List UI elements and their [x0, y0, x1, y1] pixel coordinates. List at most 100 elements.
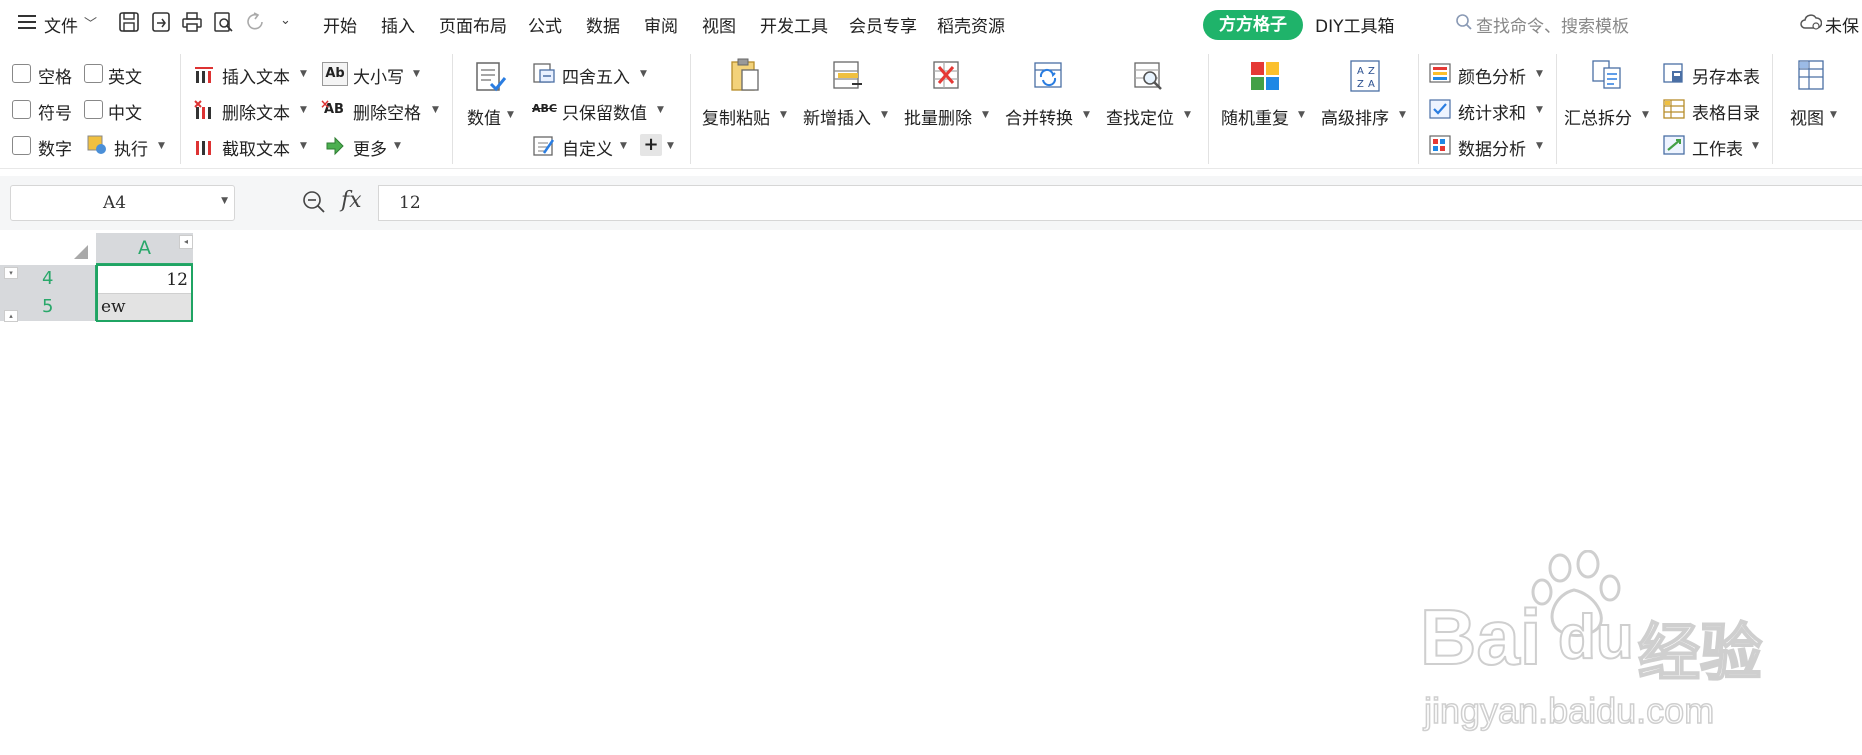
tab-developer[interactable]: 开发工具 — [760, 12, 828, 37]
batch-delete-icon[interactable] — [930, 58, 964, 94]
keep-value-caret-icon[interactable]: ▼ — [657, 105, 664, 115]
find-locate-icon[interactable] — [1132, 58, 1166, 94]
batch-delete-caret-icon[interactable]: ▼ — [982, 110, 989, 120]
random-repeat-caret-icon[interactable]: ▼ — [1298, 110, 1305, 120]
copy-paste-icon[interactable] — [728, 58, 762, 94]
tab-formula[interactable]: 公式 — [528, 12, 562, 37]
summary-split-icon[interactable] — [1590, 58, 1624, 94]
numeric-button[interactable]: 数值 — [467, 104, 501, 129]
column-header-a[interactable]: A ◂ — [96, 233, 193, 265]
tab-fangfanggezi[interactable]: 方方格子 — [1203, 10, 1303, 40]
custom-icon[interactable] — [532, 134, 556, 158]
formula-input[interactable]: 12 — [378, 185, 1862, 221]
hamburger-menu-icon[interactable] — [18, 15, 36, 29]
data-analysis-caret-icon[interactable]: ▼ — [1536, 141, 1543, 151]
color-analysis-caret-icon[interactable]: ▼ — [1536, 69, 1543, 79]
numeric-icon[interactable] — [473, 60, 507, 94]
round-icon[interactable] — [532, 62, 556, 84]
worksheet-icon[interactable] — [1662, 134, 1686, 156]
tab-review[interactable]: 审阅 — [644, 12, 678, 37]
copy-paste-button[interactable]: 复制粘贴 — [702, 104, 770, 129]
save-as-sheet-button[interactable]: 另存本表 — [1692, 63, 1760, 88]
tab-start[interactable]: 开始 — [323, 12, 357, 37]
tab-insert[interactable]: 插入 — [381, 12, 415, 37]
merge-convert-icon[interactable] — [1032, 58, 1066, 94]
find-locate-caret-icon[interactable]: ▼ — [1184, 110, 1191, 120]
tab-diy-toolbox[interactable]: DIY工具箱 — [1315, 12, 1395, 37]
data-analysis-icon[interactable] — [1428, 134, 1452, 156]
checkbox-number[interactable] — [12, 136, 31, 155]
batch-delete-button[interactable]: 批量删除 — [904, 104, 972, 129]
tab-page-layout[interactable]: 页面布局 — [439, 12, 507, 37]
checkbox-chinese[interactable] — [84, 100, 103, 119]
name-box[interactable]: A4 ▼ — [10, 185, 235, 221]
sheet-index-button[interactable]: 表格目录 — [1692, 99, 1760, 124]
new-insert-icon[interactable] — [830, 58, 864, 94]
checkbox-symbol[interactable] — [12, 100, 31, 119]
summary-split-button[interactable]: 汇总拆分 — [1564, 104, 1632, 129]
custom-button[interactable]: 自定义 — [562, 135, 613, 160]
save-icon[interactable] — [118, 11, 140, 33]
merge-convert-caret-icon[interactable]: ▼ — [1083, 110, 1090, 120]
view-button[interactable]: 视图 — [1790, 104, 1824, 129]
stat-sum-caret-icon[interactable]: ▼ — [1536, 105, 1543, 115]
collapse-columns-icon[interactable]: ◂ — [179, 235, 193, 249]
tab-view[interactable]: 视图 — [702, 12, 736, 37]
delete-text-icon[interactable] — [193, 99, 215, 121]
row-header-4[interactable]: ▾ 4 — [0, 265, 97, 293]
color-analysis-icon[interactable] — [1428, 62, 1452, 84]
run-icon[interactable] — [86, 134, 108, 156]
row-header-5[interactable]: 5 ▴ — [0, 293, 97, 322]
merge-convert-button[interactable]: 合并转换 — [1005, 104, 1073, 129]
random-repeat-icon[interactable] — [1248, 58, 1282, 94]
save-as-sheet-icon[interactable] — [1662, 62, 1686, 84]
checkbox-english[interactable] — [84, 64, 103, 83]
tab-member[interactable]: 会员专享 — [849, 12, 917, 37]
new-insert-button[interactable]: 新增插入 — [803, 104, 871, 129]
unsaved-status[interactable]: 未保 — [1825, 12, 1859, 37]
fx-icon[interactable]: fx — [341, 188, 362, 213]
tab-data[interactable]: 数据 — [586, 12, 620, 37]
view-caret-icon[interactable]: ▼ — [1830, 110, 1837, 120]
data-analysis-button[interactable]: 数据分析 — [1458, 135, 1526, 160]
more-button[interactable]: 更多 — [353, 135, 387, 160]
view-icon[interactable] — [1796, 58, 1830, 94]
insert-text-icon[interactable] — [193, 63, 215, 85]
more-caret-icon[interactable]: ▼ — [394, 141, 401, 151]
insert-text-button[interactable]: 插入文本 — [222, 63, 290, 88]
expand-rows-icon[interactable]: ▴ — [4, 310, 18, 322]
customize-toolbar-icon[interactable]: ⌄ — [280, 13, 291, 28]
delete-space-button[interactable]: 删除空格 — [353, 99, 421, 124]
name-box-dropdown-icon[interactable]: ▼ — [221, 196, 228, 206]
advanced-sort-caret-icon[interactable]: ▼ — [1399, 110, 1406, 120]
cell-a4[interactable]: 12 — [98, 266, 191, 294]
delete-text-caret-icon[interactable]: ▼ — [300, 105, 307, 115]
zoom-icon[interactable] — [302, 190, 326, 214]
search-input[interactable]: 查找命令、搜索模板 — [1476, 12, 1629, 37]
extract-text-caret-icon[interactable]: ▼ — [300, 141, 307, 151]
summary-split-caret-icon[interactable]: ▼ — [1642, 110, 1649, 120]
delete-text-button[interactable]: 删除文本 — [222, 99, 290, 124]
worksheet-button[interactable]: 工作表 — [1692, 135, 1743, 160]
search-icon[interactable] — [1455, 13, 1473, 31]
select-all-corner[interactable] — [0, 233, 95, 263]
custom-caret-icon[interactable]: ▼ — [620, 141, 627, 151]
keep-value-button[interactable]: 只保留数值 — [562, 99, 647, 124]
insert-text-caret-icon[interactable]: ▼ — [300, 69, 307, 79]
keep-value-icon[interactable]: ABC — [532, 99, 557, 119]
cloud-sync-icon[interactable] — [1800, 12, 1822, 32]
add-icon[interactable]: + — [640, 134, 662, 156]
print-icon[interactable] — [181, 11, 203, 33]
print-preview-icon[interactable] — [212, 11, 234, 33]
export-icon[interactable] — [150, 11, 172, 33]
round-button[interactable]: 四舍五入 — [562, 63, 630, 88]
extract-text-icon[interactable] — [193, 135, 215, 157]
case-icon[interactable]: Ab — [322, 62, 348, 86]
copy-paste-caret-icon[interactable]: ▼ — [780, 110, 787, 120]
redo-icon[interactable] — [245, 11, 267, 33]
run-caret-icon[interactable]: ▼ — [158, 141, 165, 151]
case-button[interactable]: 大小写 — [353, 63, 404, 88]
sheet-index-icon[interactable] — [1662, 98, 1686, 120]
run-button[interactable]: 执行 — [114, 135, 148, 160]
delete-space-caret-icon[interactable]: ▼ — [432, 105, 439, 115]
